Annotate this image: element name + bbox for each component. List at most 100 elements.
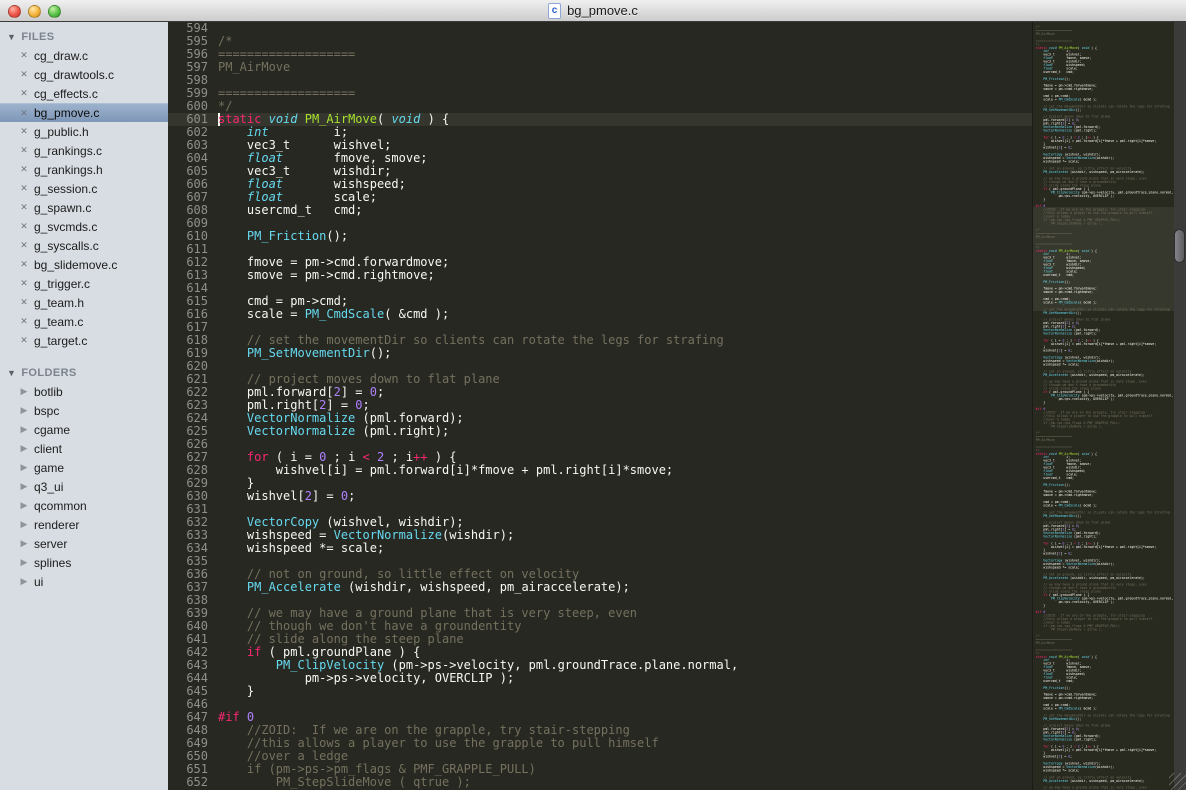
sidebar-file-item[interactable]: ✕bg_slidemove.c: [0, 255, 168, 274]
sidebar-file-item[interactable]: ✕ g_session.c: [0, 179, 168, 198]
close-file-icon[interactable]: ✕: [20, 202, 28, 213]
item-label: g_target.c: [34, 334, 87, 348]
sidebar-file-item[interactable]: ✕ g_public.h: [0, 122, 168, 141]
code-line[interactable]: 625 VectorNormalize (pml.right);: [168, 425, 1032, 438]
item-label: renderer: [34, 518, 79, 532]
item-label: g_syscalls.c: [34, 239, 99, 253]
traffic-lights: [8, 0, 61, 22]
code-line[interactable]: 644 pm->ps->velocity, OVERCLIP );: [168, 672, 1032, 685]
item-label: q3_ui: [34, 480, 63, 494]
code-editor[interactable]: 594595/*596===================597PM_AirM…: [168, 22, 1032, 790]
sidebar-file-item[interactable]: ✕g_trigger.c: [0, 274, 168, 293]
sidebar-folder-item[interactable]: ▶renderer: [0, 515, 168, 534]
close-window-button[interactable]: [8, 5, 21, 18]
item-label: g_svcmds.c: [34, 220, 97, 234]
sidebar-file-item[interactable]: ✕g_rankings.h: [0, 160, 168, 179]
sidebar-folder-item[interactable]: ▶ splines: [0, 553, 168, 572]
close-file-icon[interactable]: ✕: [20, 240, 28, 251]
folder-disclosure-icon: ▶: [20, 500, 28, 511]
item-label: splines: [34, 556, 71, 570]
item-label: bg_pmove.c: [34, 106, 99, 120]
item-label: g_team.c: [34, 315, 83, 329]
code-line[interactable]: 613 smove = pm->cmd.rightmove;: [168, 269, 1032, 282]
code-line[interactable]: 646: [168, 698, 1032, 711]
sidebar-file-item[interactable]: ✕ bg_pmove.c: [0, 103, 168, 122]
code-line[interactable]: 610 PM_Friction();: [168, 230, 1032, 243]
sidebar-folder-item[interactable]: ▶q3_ui: [0, 477, 168, 496]
sidebar-file-item[interactable]: ✕ g_target.c: [0, 331, 168, 350]
sidebar-folder-item[interactable]: ▶client: [0, 439, 168, 458]
close-file-icon[interactable]: ✕: [20, 183, 28, 194]
item-label: server: [34, 537, 67, 551]
sidebar-file-item[interactable]: ✕cg_drawtools.c: [0, 65, 168, 84]
minimize-window-button[interactable]: [28, 5, 41, 18]
folders-section-label: FOLDERS: [21, 367, 76, 379]
close-file-icon[interactable]: ✕: [20, 221, 28, 232]
close-file-icon[interactable]: ✕: [20, 145, 28, 156]
close-file-icon[interactable]: ✕: [20, 50, 28, 61]
folder-disclosure-icon: ▶: [20, 557, 28, 568]
sidebar-folder-item[interactable]: ▶bspc: [0, 401, 168, 420]
sidebar-file-item[interactable]: ✕cg_effects.c: [0, 84, 168, 103]
code-line[interactable]: 608 usercmd_t cmd;: [168, 204, 1032, 217]
sidebar-file-item[interactable]: ✕ g_team.c: [0, 312, 168, 331]
code-line[interactable]: 634 wishspeed *= scale;: [168, 542, 1032, 555]
sidebar-folder-item[interactable]: ▶game: [0, 458, 168, 477]
code-line[interactable]: 628 wishvel[i] = pml.forward[i]*fmove + …: [168, 464, 1032, 477]
sidebar-file-item[interactable]: ✕ g_spawn.c: [0, 198, 168, 217]
close-file-icon[interactable]: ✕: [20, 108, 28, 119]
code-line[interactable]: 616 scale = PM_CmdScale( &cmd );: [168, 308, 1032, 321]
code-line[interactable]: 597PM_AirMove: [168, 61, 1032, 74]
close-file-icon[interactable]: ✕: [20, 335, 28, 346]
minimap-page: /*===================PM_AirMove=========…: [1033, 631, 1174, 790]
code-line[interactable]: 652 PM_StepSlideMove ( qtrue );: [168, 776, 1032, 789]
item-label: cg_draw.c: [34, 49, 88, 63]
sidebar-files-list: ✕cg_draw.c✕cg_drawtools.c✕cg_effects.c✕b…: [0, 46, 168, 350]
minimap[interactable]: /*===================PM_AirMove=========…: [1032, 22, 1174, 790]
code-line[interactable]: 596===================: [168, 48, 1032, 61]
minimap-page: /*===================PM_AirMove=========…: [1033, 428, 1174, 631]
sidebar-folder-item[interactable]: ▶qcommon: [0, 496, 168, 515]
close-file-icon[interactable]: ✕: [20, 164, 28, 175]
window-resize-grip[interactable]: [1169, 773, 1186, 790]
sidebar-file-item[interactable]: ✕ cg_draw.c: [0, 46, 168, 65]
item-label: game: [34, 461, 64, 475]
item-label: g_session.c: [34, 182, 97, 196]
close-file-icon[interactable]: ✕: [20, 278, 28, 289]
close-file-icon[interactable]: ✕: [20, 259, 28, 270]
document-icon: c: [548, 3, 561, 19]
sidebar-file-item[interactable]: ✕ g_syscalls.c: [0, 236, 168, 255]
code-line[interactable]: 619 PM_SetMovementDir();: [168, 347, 1032, 360]
title-group: c bg_pmove.c: [548, 3, 638, 19]
item-label: ui: [34, 575, 43, 589]
files-section-header[interactable]: ▼ FILES: [0, 28, 168, 46]
sidebar-folder-item[interactable]: ▶botlib: [0, 382, 168, 401]
folder-disclosure-icon: ▶: [20, 538, 28, 549]
close-file-icon[interactable]: ✕: [20, 126, 28, 137]
sidebar-folder-item[interactable]: ▶ server: [0, 534, 168, 553]
sidebar-file-item[interactable]: ✕ g_team.h: [0, 293, 168, 312]
close-file-icon[interactable]: ✕: [20, 69, 28, 80]
folder-disclosure-icon: ▶: [20, 424, 28, 435]
item-label: g_team.h: [34, 296, 84, 310]
minimap-page: /*===================PM_AirMove=========…: [1033, 225, 1174, 428]
close-file-icon[interactable]: ✕: [20, 88, 28, 99]
sidebar-folder-item[interactable]: ▶cgame: [0, 420, 168, 439]
zoom-window-button[interactable]: [48, 5, 61, 18]
item-label: g_public.h: [34, 125, 89, 139]
close-file-icon[interactable]: ✕: [20, 297, 28, 308]
folders-section-header[interactable]: ▼ FOLDERS: [0, 364, 168, 382]
sidebar-folder-item[interactable]: ▶ui: [0, 572, 168, 591]
sidebar-file-item[interactable]: ✕ g_svcmds.c: [0, 217, 168, 236]
scrollbar-thumb[interactable]: [1174, 229, 1185, 263]
code-line[interactable]: 637 PM_Accelerate (wishdir, wishspeed, p…: [168, 581, 1032, 594]
scrollbar-track[interactable]: [1174, 22, 1186, 790]
close-file-icon[interactable]: ✕: [20, 316, 28, 327]
code-line[interactable]: 594: [168, 22, 1032, 35]
folder-disclosure-icon: ▶: [20, 405, 28, 416]
code-line[interactable]: 630 wishvel[2] = 0;: [168, 490, 1032, 503]
code-line[interactable]: 645 }: [168, 685, 1032, 698]
item-label: g_spawn.c: [34, 201, 91, 215]
code-line[interactable]: 599===================: [168, 87, 1032, 100]
sidebar-file-item[interactable]: ✕g_rankings.c: [0, 141, 168, 160]
